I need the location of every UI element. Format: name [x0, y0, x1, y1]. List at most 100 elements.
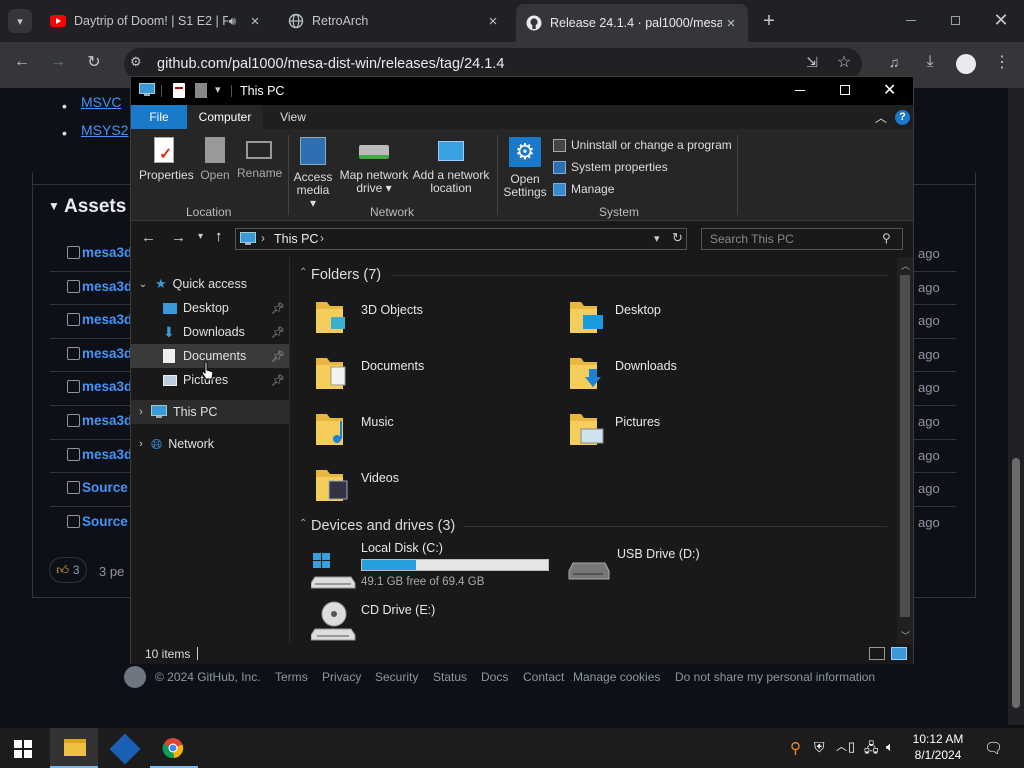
- network-tray-icon[interactable]: 🖧︎: [864, 739, 879, 761]
- install-app-icon[interactable]: ⇲: [798, 48, 826, 76]
- address-box[interactable]: › This PC › ▾ ↻: [235, 228, 687, 250]
- large-icons-view-icon[interactable]: [891, 647, 907, 660]
- msys2-link[interactable]: MSYS2: [81, 122, 128, 138]
- map-network-drive-button[interactable]: Map network drive ▾: [337, 135, 411, 201]
- footer-link-contact[interactable]: Contact: [523, 670, 564, 684]
- minimize-icon[interactable]: [795, 90, 805, 91]
- customize-quick-access-icon[interactable]: ▾: [215, 83, 221, 96]
- volume-muted-icon[interactable]: 🔈︎: [886, 739, 894, 755]
- scroll-down-icon[interactable]: ﹀: [901, 629, 910, 642]
- nav-desktop[interactable]: Desktop 📌︎: [131, 296, 289, 320]
- asset-link[interactable]: mesa3d: [82, 245, 132, 260]
- pin-icon[interactable]: 📌︎: [271, 350, 285, 363]
- tab-daytrip[interactable]: Daytrip of Doom! | S1 E2 | F 🔊︎ ×: [40, 6, 272, 36]
- properties-button[interactable]: ✓ Properties: [139, 135, 194, 185]
- footer-link-status[interactable]: Status: [433, 670, 467, 684]
- taskbar-chrome[interactable]: [150, 728, 198, 768]
- url-text[interactable]: github.com/pal1000/mesa-dist-win/release…: [157, 56, 504, 72]
- collapse-section-icon[interactable]: ⌃: [299, 267, 307, 278]
- folder-desktop[interactable]: Desktop: [565, 295, 805, 345]
- collapse-icon[interactable]: ▼: [48, 199, 60, 213]
- open-settings-button[interactable]: ⚙ Open Settings: [503, 135, 547, 201]
- scroll-up-icon[interactable]: ︿: [901, 259, 910, 272]
- asset-link[interactable]: mesa3d: [82, 346, 132, 361]
- collapse-section-icon[interactable]: ⌃: [299, 518, 307, 529]
- tab-view[interactable]: View: [271, 105, 315, 129]
- pin-icon[interactable]: 📌︎: [271, 302, 285, 315]
- bookmark-star-icon[interactable]: ☆: [830, 48, 858, 76]
- asset-link[interactable]: Source: [82, 480, 128, 495]
- uninstall-program-button[interactable]: Uninstall or change a program: [553, 137, 732, 153]
- forward-icon[interactable]: →: [44, 48, 72, 76]
- pin-icon[interactable]: 📌︎: [271, 374, 285, 387]
- downloads-icon[interactable]: ⤓: [916, 48, 944, 76]
- pin-icon[interactable]: 📌︎: [271, 326, 285, 339]
- github-logo-icon[interactable]: [124, 666, 146, 688]
- nav-downloads[interactable]: ⬇ Downloads 📌︎: [131, 320, 289, 344]
- nav-quick-access[interactable]: ⌄ ★ Quick access: [131, 272, 289, 296]
- system-properties-button[interactable]: System properties: [553, 159, 668, 175]
- window-close-icon[interactable]: ✕: [986, 8, 1016, 32]
- asset-link[interactable]: mesa3d: [82, 413, 132, 428]
- content-scroll-thumb[interactable]: [900, 275, 910, 617]
- footer-link-manage-cookies[interactable]: Manage cookies: [573, 670, 660, 684]
- reaction-button[interactable]: 👍︎ 3: [49, 557, 87, 583]
- asset-link[interactable]: mesa3d: [82, 312, 132, 327]
- tab-computer[interactable]: Computer: [187, 105, 263, 129]
- asset-link[interactable]: mesa3d: [82, 379, 132, 394]
- folder-videos[interactable]: Videos: [311, 463, 551, 513]
- new-folder-quick-icon[interactable]: [195, 83, 207, 98]
- assets-heading[interactable]: Assets: [64, 196, 126, 218]
- reload-icon[interactable]: ↻: [80, 48, 108, 76]
- minimize-icon[interactable]: [896, 12, 926, 28]
- menu-icon[interactable]: ⋮: [988, 48, 1016, 76]
- asset-link[interactable]: mesa3d: [82, 279, 132, 294]
- footer-link-privacy[interactable]: Privacy: [322, 670, 361, 684]
- show-hidden-icons[interactable]: ︿: [836, 738, 847, 754]
- windows-start-icon[interactable]: [14, 740, 32, 758]
- expand-chevron-icon[interactable]: ⌄: [131, 279, 155, 290]
- restore-icon[interactable]: [940, 12, 970, 28]
- asset-link[interactable]: mesa3d: [82, 447, 132, 462]
- notifications-icon[interactable]: 🗨︎: [984, 739, 1003, 757]
- collapse-ribbon-icon[interactable]: ︿: [875, 109, 887, 126]
- nav-network[interactable]: › 🌐︎ Network: [131, 432, 289, 456]
- footer-link-docs[interactable]: Docs: [481, 670, 508, 684]
- taskbar-app-icon[interactable]: [109, 733, 141, 765]
- explorer-title-bar[interactable]: ▾ This PC ✕: [131, 77, 913, 105]
- properties-quick-icon[interactable]: [173, 83, 185, 98]
- breadcrumb-chevron-icon[interactable]: ›: [320, 231, 324, 245]
- folder-music[interactable]: Music: [311, 407, 551, 457]
- recent-locations-icon[interactable]: ▾: [198, 231, 203, 242]
- tab-release[interactable]: Release 24.1.4 · pal1000/mesa-d ×: [516, 4, 748, 42]
- search-tray-icon[interactable]: ⚲: [790, 739, 801, 757]
- footer-link-do-not-share[interactable]: Do not share my personal information: [675, 670, 875, 684]
- tab-retroarch[interactable]: RetroArch ×: [278, 6, 510, 36]
- nav-this-pc[interactable]: › This PC: [131, 400, 289, 424]
- address-dropdown-icon[interactable]: ▾: [654, 232, 660, 245]
- open-button[interactable]: Open: [197, 135, 233, 185]
- new-tab-button[interactable]: +: [758, 10, 780, 32]
- media-control-icon[interactable]: ♫: [880, 48, 908, 76]
- expand-chevron-icon[interactable]: ›: [131, 406, 151, 418]
- drive-c[interactable]: Local Disk (C:) 49.1 GB free of 69.4 GB: [309, 541, 559, 595]
- add-network-location-button[interactable]: Add a network location: [411, 135, 491, 201]
- content-scrollbar[interactable]: ︿ ﹀: [897, 257, 913, 644]
- taskbar-file-explorer[interactable]: [50, 728, 98, 768]
- footer-link-terms[interactable]: Terms: [275, 670, 308, 684]
- close-icon[interactable]: ×: [722, 14, 740, 32]
- refresh-icon[interactable]: ↻: [672, 230, 683, 246]
- tab-search-button[interactable]: ▾: [8, 9, 32, 33]
- tab-file[interactable]: File: [131, 105, 187, 129]
- help-icon[interactable]: ?: [895, 110, 910, 125]
- battery-icon[interactable]: ▯: [848, 739, 855, 755]
- details-view-icon[interactable]: [869, 647, 885, 660]
- folder-documents[interactable]: Documents: [311, 351, 551, 401]
- manage-button[interactable]: Manage: [553, 181, 614, 197]
- folder-pictures[interactable]: Pictures: [565, 407, 805, 457]
- folder-3d-objects[interactable]: 3D Objects: [311, 295, 551, 345]
- access-media-button[interactable]: Access media ▾: [293, 135, 333, 210]
- msvc-link[interactable]: MSVC: [81, 94, 121, 110]
- rename-button[interactable]: Rename: [237, 135, 282, 185]
- clock[interactable]: 10:12 AM 8/1/2024: [912, 732, 964, 762]
